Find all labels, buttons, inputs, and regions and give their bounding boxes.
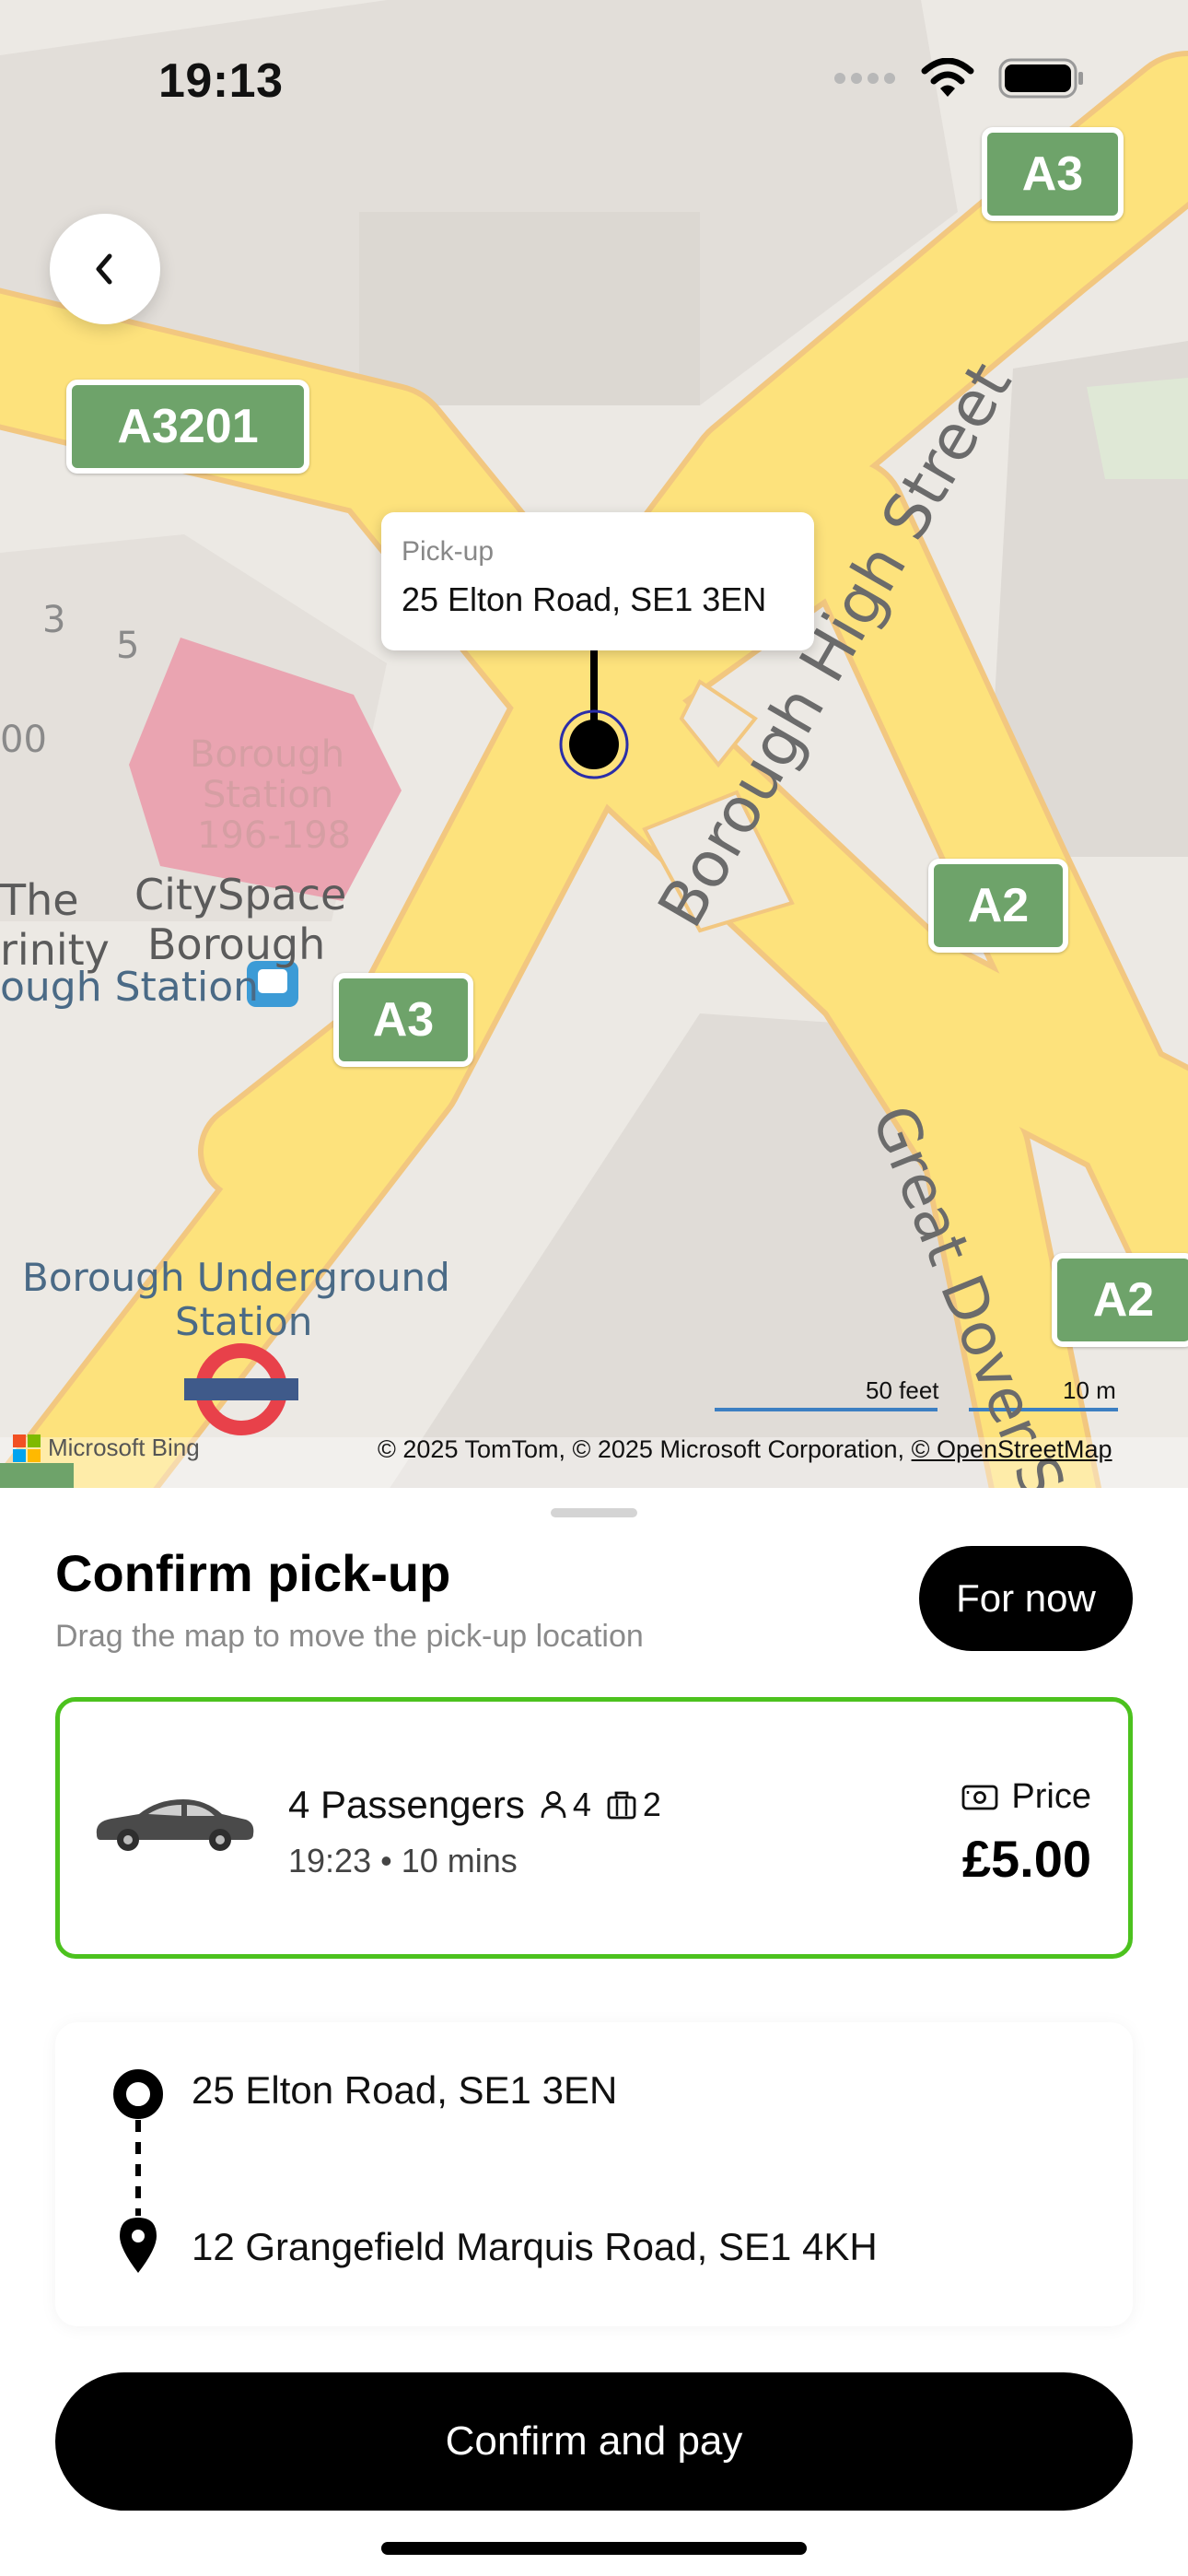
- chevron-left-icon: [96, 253, 112, 285]
- pickup-callout: Pick-up 25 Elton Road, SE1 3EN: [381, 512, 814, 650]
- road-shield-a3201: A3201: [66, 380, 309, 474]
- map-label-num-00: 00: [0, 719, 47, 761]
- luggage-capacity: 2: [606, 1786, 661, 1824]
- attribution-text: © 2025 TomTom, © 2025 Microsoft Corporat…: [378, 1435, 912, 1463]
- price-label-row: Price: [961, 1777, 1091, 1817]
- bing-logo: Microsoft Bing: [13, 1434, 200, 1462]
- status-icons: [833, 57, 1085, 100]
- confirm-and-pay-button[interactable]: Confirm and pay: [55, 2372, 1133, 2511]
- ride-title: 4 Passengers 4 2: [288, 1783, 661, 1827]
- map-label-cityspace-1: CitySpace: [134, 870, 347, 919]
- for-now-button[interactable]: For now: [919, 1546, 1133, 1651]
- price-value: £5.00: [961, 1830, 1091, 1888]
- ride-option-card[interactable]: 4 Passengers 4 2 19:23 • 10 mins Price £…: [55, 1697, 1133, 1959]
- scale-feet-label: 50 feet: [866, 1376, 939, 1404]
- car-icon: [96, 1799, 254, 1851]
- cash-icon: [962, 1785, 998, 1809]
- callout-address: 25 Elton Road, SE1 3EN: [402, 580, 767, 618]
- wifi-icon: [921, 58, 974, 97]
- map-label-cityspace-2: Borough: [147, 919, 326, 969]
- back-button[interactable]: [50, 214, 160, 324]
- road-shield-a3-top: A3: [982, 127, 1124, 221]
- road-shield-a2-bottom: A2: [1052, 1253, 1188, 1347]
- ride-eta: 19:23 • 10 mins: [288, 1842, 518, 1879]
- road-shield-a3-bottom: A3: [333, 973, 473, 1067]
- pickup-address[interactable]: 25 Elton Road, SE1 3EN: [192, 2068, 617, 2113]
- passenger-capacity: 4: [540, 1786, 591, 1824]
- map-label-borough-station-2: Station: [203, 774, 334, 816]
- map-label-num-3: 3: [42, 599, 66, 641]
- route-line-icon: [113, 2069, 163, 2273]
- sheet-subtitle: Drag the map to move the pick-up locatio…: [55, 1619, 644, 1654]
- map-label-underground-2: Station: [175, 1299, 313, 1344]
- map-label-num-5: 5: [116, 625, 140, 667]
- home-indicator: [381, 2542, 807, 2555]
- luggage-count: 2: [642, 1786, 661, 1823]
- battery-icon: [998, 58, 1083, 99]
- dropoff-address[interactable]: 12 Grangefield Marquis Road, SE1 4KH: [192, 2225, 878, 2269]
- cellular-signal-icon: [834, 73, 895, 84]
- map-label-borough-station-3: 196-198: [197, 814, 352, 857]
- map-view[interactable]: Borough High Street Great Dover S Boroug…: [0, 0, 1188, 1488]
- confirm-sheet: Confirm pick-up Drag the map to move the…: [0, 1488, 1188, 2576]
- openstreetmap-link[interactable]: © OpenStreetMap: [912, 1435, 1112, 1463]
- map-label-the: The: [0, 875, 79, 925]
- microsoft-logo-icon: [13, 1434, 41, 1462]
- price-label: Price: [1011, 1777, 1091, 1816]
- sheet-title: Confirm pick-up: [55, 1544, 451, 1602]
- pickup-pin-icon: [559, 645, 629, 779]
- scale-meters-label: 10 m: [1063, 1376, 1116, 1404]
- luggage-icon: [607, 1791, 636, 1820]
- map-label-borough-station-1: Borough: [190, 733, 345, 776]
- road-shield-a2-middle: A2: [928, 859, 1068, 953]
- bing-text: Microsoft Bing: [48, 1434, 200, 1461]
- sheet-grabber[interactable]: [551, 1508, 637, 1517]
- passenger-count: 4: [572, 1786, 591, 1823]
- map-label-underground-1: Borough Underground: [22, 1255, 450, 1300]
- callout-label: Pick-up: [402, 536, 495, 567]
- route-card: 25 Elton Road, SE1 3EN 12 Grangefield Ma…: [55, 2022, 1133, 2326]
- person-icon: [541, 1791, 566, 1819]
- ride-name: 4 Passengers: [288, 1783, 525, 1826]
- map-attribution: © 2025 TomTom, © 2025 Microsoft Corporat…: [378, 1435, 1112, 1464]
- status-time: 19:13: [158, 54, 284, 108]
- map-label-ough-station: ough Station: [0, 964, 260, 1011]
